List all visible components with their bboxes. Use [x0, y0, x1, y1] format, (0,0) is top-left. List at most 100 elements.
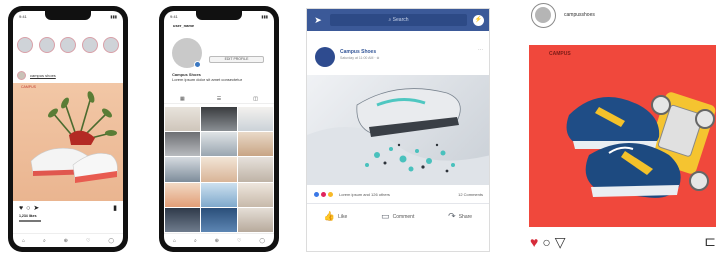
phone-notch — [45, 11, 91, 20]
add-story-icon[interactable] — [194, 61, 201, 68]
signal-icon: ▮▮▮ — [110, 13, 117, 19]
list-icon[interactable]: ☰ — [217, 96, 221, 102]
comment-button[interactable]: ▭ Comment — [381, 211, 414, 222]
search-icon[interactable]: ⌕ — [194, 238, 197, 244]
story-avatar[interactable] — [103, 37, 119, 53]
profile-handle: user_name — [173, 23, 195, 28]
heart-icon[interactable]: ♡ — [237, 238, 241, 244]
avatar[interactable] — [17, 71, 26, 80]
likes-count: 1,234 likes — [19, 214, 37, 218]
grid-photo[interactable] — [237, 107, 273, 132]
share-icon: ↷ — [448, 211, 456, 221]
wow-reaction-icon — [327, 190, 334, 198]
post-actions: ♥ ○ ➤ ▮ — [19, 204, 117, 213]
grid-photo[interactable] — [165, 207, 201, 232]
avatar[interactable] — [531, 3, 556, 28]
messenger-icon[interactable]: ⚡ — [473, 14, 484, 26]
page-name[interactable]: Campus Shoes — [340, 49, 376, 55]
comment-icon: ▭ — [381, 211, 390, 221]
phone-feed-screen: 9:41 ▮▮▮ campus shoes CAMPUS ♥ ○ ➤ ▮ 1,2… — [13, 11, 123, 247]
story-avatar[interactable] — [38, 37, 55, 53]
comments-count[interactable]: 12 Comments — [458, 192, 483, 197]
comment-icon[interactable]: ○ — [26, 205, 30, 212]
post-header: Campus Shoes Saturday at 11:00 AM · ⊛ ··… — [307, 31, 489, 75]
post-username[interactable]: campus shoes — [30, 73, 56, 78]
grid-photo[interactable] — [201, 107, 237, 132]
phone-feed: 9:41 ▮▮▮ campus shoes CAMPUS ♥ ○ ➤ ▮ 1,2… — [8, 6, 128, 252]
home-icon[interactable]: ⌂ — [22, 238, 25, 244]
like-reaction-icon — [313, 190, 320, 198]
add-icon[interactable]: ⊕ — [215, 238, 219, 244]
share-button[interactable]: ↷ Share — [448, 211, 472, 222]
photo-grid — [165, 107, 273, 232]
post-tag: CAMPUS — [549, 51, 571, 57]
bookmark-icon[interactable]: ▮ — [113, 204, 117, 212]
profile-tabs: ▦ ☰ ◫ — [164, 94, 274, 104]
reactions-text[interactable]: Lorem ipsum and 126 others — [339, 192, 390, 197]
profile-icon[interactable]: ◯ — [108, 238, 114, 244]
tagged-icon[interactable]: ◫ — [253, 96, 258, 102]
home-icon[interactable]: ⌂ — [173, 238, 176, 244]
sneaker-plant-illustration — [30, 91, 118, 183]
grid-photo[interactable] — [201, 132, 237, 157]
comment-label: Comment — [392, 213, 415, 220]
profile-icon[interactable]: ◯ — [259, 238, 265, 244]
signal-icon: ▮▮▮ — [261, 13, 268, 19]
search-icon[interactable]: ⌕ — [43, 238, 46, 244]
post-time: Saturday at 11:00 AM · ⊛ — [340, 56, 380, 60]
post-actions: 👍 Like ▭ Comment ↷ Share — [307, 203, 489, 229]
post-actions: ♥ ○ ▽ — [530, 235, 566, 249]
love-reaction-icon — [320, 190, 327, 198]
post-image[interactable]: CAMPUS — [529, 45, 716, 227]
grid-photo[interactable] — [237, 132, 273, 157]
share-icon[interactable]: ➤ — [33, 204, 39, 212]
story-avatar[interactable] — [17, 37, 33, 53]
story-avatar[interactable] — [60, 37, 76, 53]
grid-photo[interactable] — [237, 182, 273, 207]
heart-icon[interactable]: ♥ — [530, 235, 538, 249]
status-time: 9:41 — [170, 13, 178, 19]
post-image[interactable]: CAMPUS — [13, 83, 123, 201]
comment-icon[interactable]: ○ — [542, 235, 550, 249]
bio-text: Lorem ipsum dolor sit amet consectetur — [172, 77, 243, 82]
share-label: Share — [458, 213, 473, 220]
grid-photo[interactable] — [201, 157, 237, 182]
grid-photo[interactable] — [237, 157, 273, 182]
edit-profile-button[interactable]: EDIT PROFILE — [209, 56, 264, 63]
reaction-stats: Lorem ipsum and 126 others 12 Comments — [307, 185, 489, 203]
share-icon[interactable]: ▽ — [555, 235, 566, 249]
instagram-post-mockup: campusshoes CAMPUS ♥ ○ ▽ ⊏ — [526, 0, 716, 254]
phone-notch — [196, 11, 242, 20]
bookmark-icon[interactable]: ⊏ — [704, 233, 716, 250]
grid-photo[interactable] — [237, 207, 273, 232]
sneaker-splash-illustration — [307, 88, 489, 185]
like-button[interactable]: 👍 Like — [324, 211, 347, 222]
grid-photo[interactable] — [201, 207, 237, 232]
grid-icon[interactable]: ▦ — [180, 96, 185, 102]
stories-row — [17, 37, 119, 53]
avatar-placeholder-icon — [535, 7, 551, 23]
heart-icon[interactable]: ♡ — [86, 238, 90, 244]
heart-icon[interactable]: ♥ — [19, 205, 23, 212]
status-time: 9:41 — [19, 13, 27, 19]
post-username[interactable]: campusshoes — [564, 12, 595, 18]
grid-photo[interactable] — [165, 182, 201, 207]
bottom-tab-bar: ⌂ ⌕ ⊕ ♡ ◯ — [164, 233, 274, 247]
grid-photo[interactable] — [165, 132, 201, 157]
search-placeholder: Search — [392, 17, 409, 23]
thumbs-up-icon: 👍 — [323, 211, 336, 221]
search-input[interactable]: ⌕ Search — [330, 14, 467, 26]
avatar[interactable] — [315, 47, 335, 67]
story-avatar[interactable] — [81, 37, 98, 53]
facebook-top-bar: ➤ ⌕ Search ⚡ — [307, 9, 489, 31]
phone-profile-screen: 9:41 ▮▮▮ user_name EDIT PROFILE Campus S… — [164, 11, 274, 247]
grid-photo[interactable] — [165, 157, 201, 182]
phone-profile: 9:41 ▮▮▮ user_name EDIT PROFILE Campus S… — [159, 6, 279, 252]
send-icon[interactable]: ➤ — [312, 14, 324, 26]
post-image[interactable] — [307, 75, 489, 185]
like-label: Like — [338, 213, 348, 220]
grid-photo[interactable] — [165, 107, 201, 132]
more-icon[interactable]: ··· — [478, 47, 483, 53]
add-icon[interactable]: ⊕ — [64, 238, 68, 244]
grid-photo[interactable] — [201, 182, 237, 207]
